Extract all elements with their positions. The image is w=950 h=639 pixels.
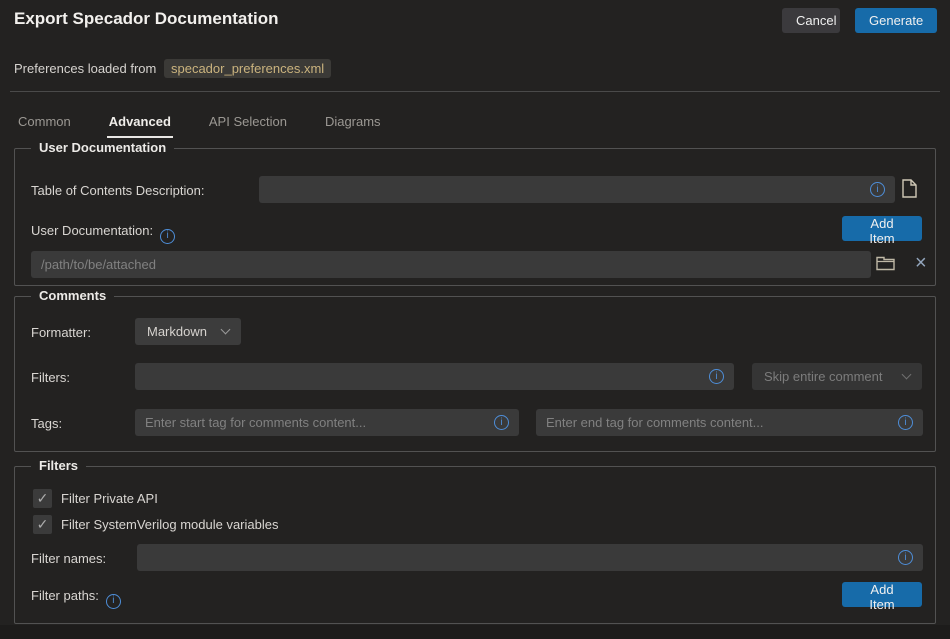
- filter-private-api-label: Filter Private API: [61, 491, 158, 506]
- toc-file-button[interactable]: [902, 179, 917, 201]
- filter-paths-label-text: Filter paths:: [31, 588, 99, 603]
- tags-label: Tags:: [31, 416, 62, 431]
- filter-private-api-checkbox[interactable]: [33, 489, 52, 508]
- filter-paths-info-icon[interactable]: [106, 594, 121, 609]
- user-doc-path-input[interactable]: [41, 257, 861, 272]
- end-tag-info-icon[interactable]: [898, 415, 913, 430]
- comments-section: Comments Formatter: Markdown Filters: Sk…: [14, 296, 936, 452]
- preferences-status: Preferences loaded from specador_prefere…: [14, 61, 331, 76]
- user-doc-label: User Documentation:: [31, 223, 175, 241]
- formatter-label: Formatter:: [31, 325, 91, 340]
- filter-paths-label: Filter paths:: [31, 588, 121, 606]
- user-doc-info-icon[interactable]: [160, 229, 175, 244]
- comment-filters-input[interactable]: [145, 369, 709, 384]
- toc-description-label: Table of Contents Description:: [31, 183, 204, 198]
- end-tag-input[interactable]: [546, 415, 898, 430]
- tab-api-selection[interactable]: API Selection: [207, 112, 289, 138]
- comment-filters-label: Filters:: [31, 370, 70, 385]
- close-icon: ×: [915, 252, 927, 274]
- formatter-value: Markdown: [147, 324, 207, 339]
- end-tag-input-wrap: [536, 409, 923, 436]
- tab-bar: Common Advanced API Selection Diagrams: [16, 112, 383, 138]
- filter-sv-module-vars-checkbox[interactable]: [33, 515, 52, 534]
- toc-info-icon[interactable]: [870, 182, 885, 197]
- browse-folder-button[interactable]: [876, 256, 895, 274]
- generate-button[interactable]: Generate: [855, 8, 937, 33]
- filter-names-label: Filter names:: [31, 551, 106, 566]
- filter-action-value: Skip entire comment: [764, 369, 883, 384]
- chevron-down-icon: [221, 325, 231, 335]
- preferences-file-chip: specador_preferences.xml: [164, 59, 331, 78]
- filters-section: Filters Filter Private API Filter System…: [14, 466, 936, 624]
- toc-description-input-wrap: [259, 176, 895, 203]
- filter-names-input[interactable]: [147, 550, 898, 565]
- remove-item-button[interactable]: ×: [915, 253, 927, 273]
- filters-legend: Filters: [31, 458, 86, 473]
- user-doc-label-text: User Documentation:: [31, 223, 153, 238]
- filter-names-input-wrap: [137, 544, 923, 571]
- filter-sv-module-vars-label: Filter SystemVerilog module variables: [61, 517, 278, 532]
- export-specador-dialog: Export Specador Documentation Cancel Gen…: [0, 0, 950, 639]
- filter-paths-add-item-button[interactable]: Add Item: [842, 582, 922, 607]
- dialog-bottom-edge: [0, 625, 950, 639]
- formatter-dropdown[interactable]: Markdown: [135, 318, 241, 345]
- folder-icon: [876, 256, 895, 271]
- comment-filters-input-wrap: [135, 363, 734, 390]
- preferences-status-text: Preferences loaded from: [14, 61, 156, 76]
- file-icon: [902, 179, 917, 198]
- cancel-button[interactable]: Cancel: [782, 8, 840, 33]
- filter-names-info-icon[interactable]: [898, 550, 913, 565]
- start-tag-input[interactable]: [145, 415, 494, 430]
- user-documentation-section: User Documentation Table of Contents Des…: [14, 148, 936, 286]
- user-documentation-legend: User Documentation: [31, 140, 174, 155]
- comments-legend: Comments: [31, 288, 114, 303]
- user-doc-path-input-wrap: [31, 251, 871, 278]
- tab-advanced[interactable]: Advanced: [107, 112, 173, 138]
- tab-common[interactable]: Common: [16, 112, 73, 138]
- start-tag-input-wrap: [135, 409, 519, 436]
- tab-diagrams[interactable]: Diagrams: [323, 112, 383, 138]
- comment-filters-info-icon[interactable]: [709, 369, 724, 384]
- user-doc-add-item-button[interactable]: Add Item: [842, 216, 922, 241]
- chevron-down-icon: [902, 370, 912, 380]
- dialog-title: Export Specador Documentation: [14, 9, 278, 29]
- header-divider: [10, 91, 940, 92]
- start-tag-info-icon[interactable]: [494, 415, 509, 430]
- filter-action-dropdown[interactable]: Skip entire comment: [752, 363, 922, 390]
- toc-description-input[interactable]: [269, 182, 870, 197]
